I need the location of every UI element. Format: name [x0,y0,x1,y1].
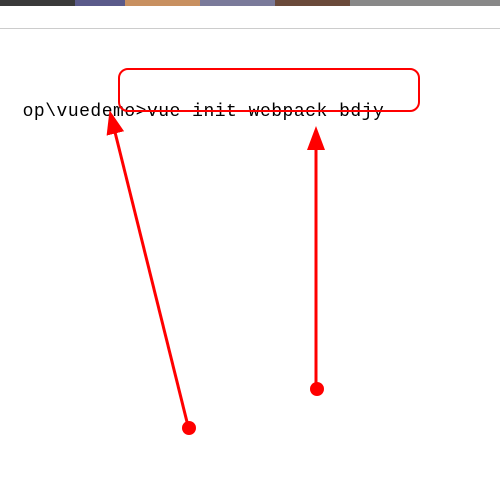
annotation-dot-right [310,382,324,396]
window-titlebar-fragment [0,0,500,6]
annotation-highlight-box [118,68,420,112]
annotation-dot-left [182,421,196,435]
horizontal-divider [0,28,500,29]
arrow-left [111,116,188,426]
